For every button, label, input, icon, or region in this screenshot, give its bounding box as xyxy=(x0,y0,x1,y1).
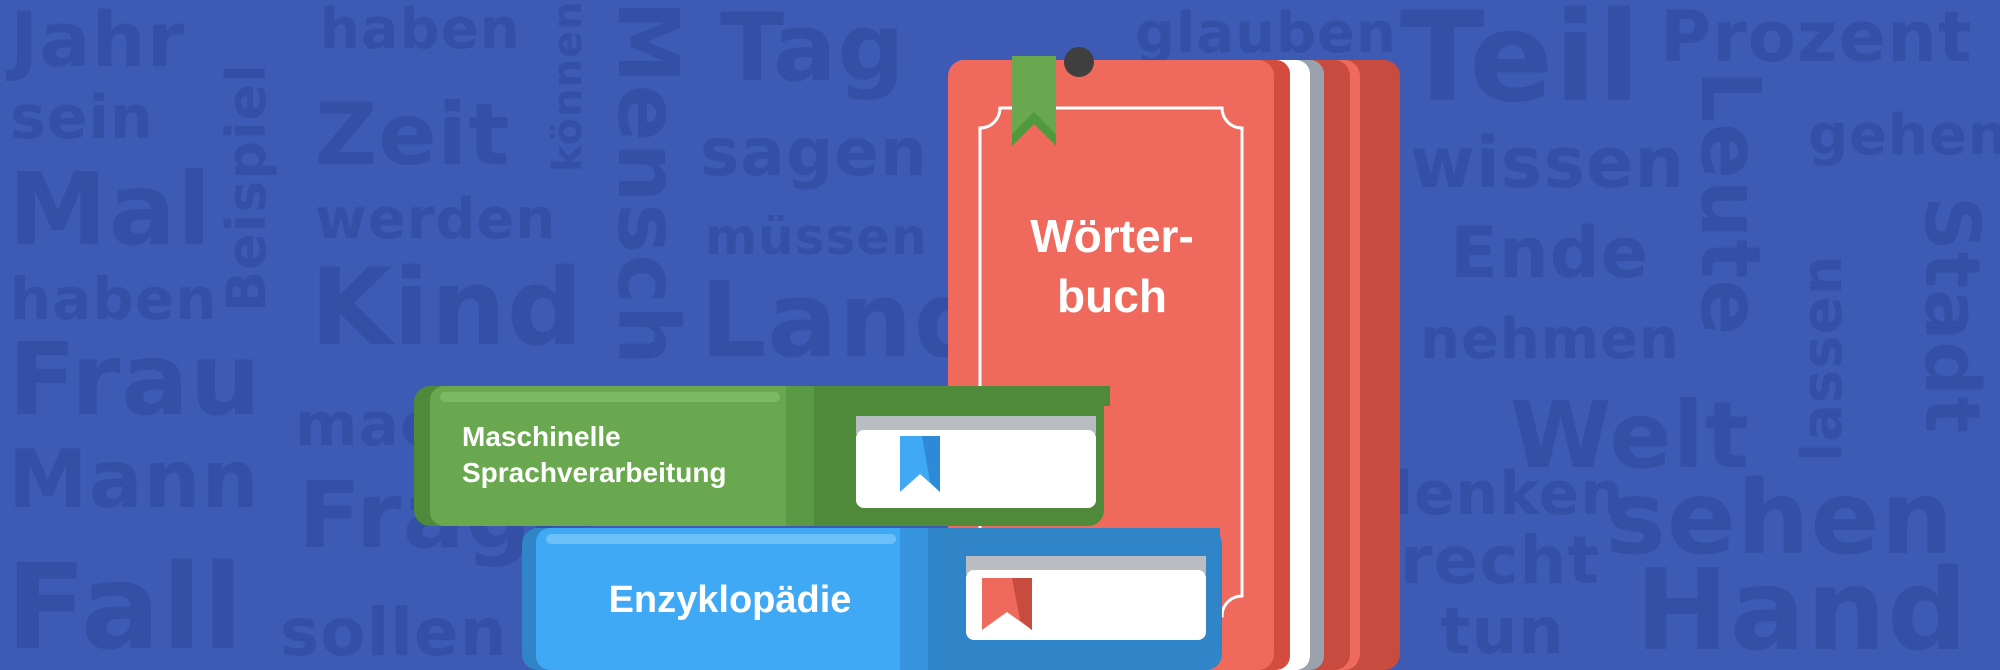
green-book: Maschinelle Sprachverarbeitung xyxy=(414,386,1110,526)
green-book-title-line2: Sprachverarbeitung xyxy=(462,457,727,488)
blue-book-title: Enzyklopädie xyxy=(609,579,852,621)
books-illustration: Wörter- buch Maschinelle Sprachverarbeit… xyxy=(414,47,1400,670)
dictionary-title-line1: Wörter- xyxy=(1030,210,1194,262)
blue-book: Enzyklopädie xyxy=(522,528,1222,670)
dictionary-title-line2: buch xyxy=(1057,270,1167,322)
green-book-title-line1: Maschinelle xyxy=(462,421,621,452)
